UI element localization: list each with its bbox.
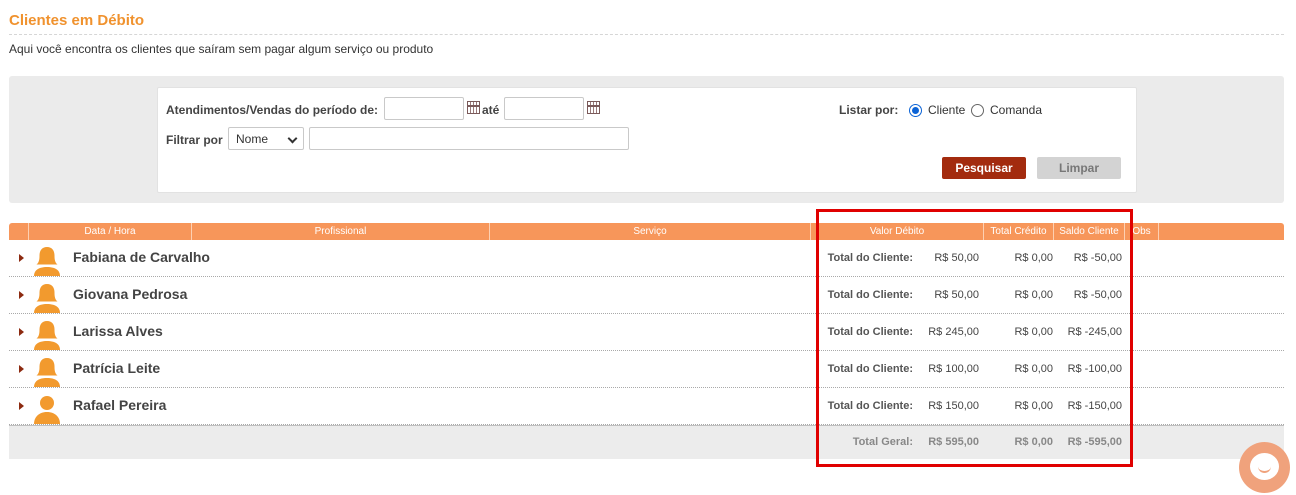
date-from-input[interactable] bbox=[384, 97, 464, 120]
female-avatar-icon bbox=[34, 247, 60, 276]
search-button[interactable]: Pesquisar bbox=[942, 157, 1026, 179]
page-title: Clientes em Débito bbox=[9, 12, 145, 29]
radio-comanda[interactable] bbox=[971, 104, 984, 117]
client-name[interactable]: Fabiana de Carvalho bbox=[73, 249, 210, 265]
page-subtitle: Aqui você encontra os clientes que saíra… bbox=[9, 42, 434, 56]
female-avatar-icon bbox=[34, 284, 60, 313]
highlight-annotation-box bbox=[816, 209, 1133, 467]
filter-form: Atendimentos/Vendas do período de: até F… bbox=[157, 87, 1137, 193]
radio-cliente-label[interactable]: Cliente bbox=[928, 103, 965, 117]
client-name[interactable]: Giovana Pedrosa bbox=[73, 286, 187, 302]
period-label: Atendimentos/Vendas do período de: bbox=[166, 103, 379, 117]
expand-arrow-icon[interactable] bbox=[19, 402, 24, 410]
until-label: até bbox=[482, 103, 500, 117]
client-name[interactable]: Patrícia Leite bbox=[73, 360, 160, 376]
male-avatar-icon bbox=[34, 396, 60, 424]
date-to-input[interactable] bbox=[504, 97, 584, 120]
filter-label: Filtrar por bbox=[166, 133, 223, 147]
header-service[interactable]: Serviço bbox=[490, 223, 811, 240]
calendar-icon[interactable] bbox=[587, 101, 600, 114]
radio-cliente[interactable] bbox=[909, 104, 922, 117]
client-name[interactable]: Larissa Alves bbox=[73, 323, 163, 339]
expand-arrow-icon[interactable] bbox=[19, 365, 24, 373]
female-avatar-icon bbox=[34, 358, 60, 387]
list-by-label: Listar por: bbox=[839, 103, 899, 117]
filter-select-value: Nome bbox=[236, 132, 269, 146]
client-name[interactable]: Rafael Pereira bbox=[73, 397, 166, 413]
calendar-icon[interactable] bbox=[467, 101, 480, 114]
radio-comanda-label[interactable]: Comanda bbox=[990, 103, 1042, 117]
expand-arrow-icon[interactable] bbox=[19, 328, 24, 336]
header-datetime[interactable]: Data / Hora bbox=[29, 223, 192, 240]
female-avatar-icon bbox=[34, 321, 60, 350]
filter-panel: Atendimentos/Vendas do período de: até F… bbox=[9, 76, 1284, 203]
filter-select[interactable]: Nome bbox=[228, 127, 304, 150]
expand-arrow-icon[interactable] bbox=[19, 254, 24, 262]
clear-button[interactable]: Limpar bbox=[1037, 157, 1121, 179]
header-professional[interactable]: Profissional bbox=[192, 223, 490, 240]
filter-text-input[interactable] bbox=[309, 127, 629, 150]
chat-widget-button[interactable] bbox=[1239, 442, 1290, 493]
chevron-down-icon bbox=[287, 133, 298, 144]
expand-arrow-icon[interactable] bbox=[19, 291, 24, 299]
title-divider bbox=[9, 34, 1284, 35]
header-expand-col bbox=[9, 223, 29, 240]
